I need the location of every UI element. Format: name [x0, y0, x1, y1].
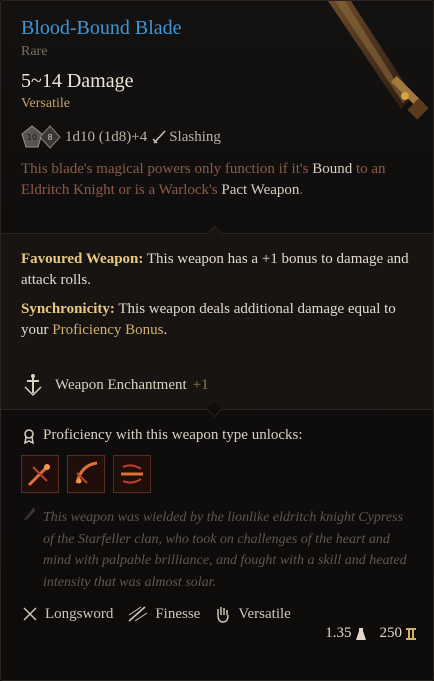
svg-text:8: 8: [47, 133, 52, 142]
proficiency-heading: Proficiency with this weapon type unlock…: [21, 427, 415, 444]
gold-coin-icon: [406, 627, 416, 640]
bound-keyword[interactable]: Bound: [312, 161, 352, 177]
favoured-weapon-title: Favoured Weapon:: [21, 251, 144, 267]
longsword-icon: [23, 607, 37, 621]
versatile-hand-icon: [217, 607, 230, 623]
item-tooltip: Blood-Bound Blade Rare 5~14 Damage Versa…: [0, 0, 434, 681]
flourish-icon[interactable]: [113, 455, 151, 493]
item-name: Blood-Bound Blade: [21, 17, 182, 39]
quill-icon: [23, 507, 35, 521]
item-weight: 1.35: [325, 625, 352, 641]
proficiency-icon: [24, 428, 34, 444]
enchantment-icon: [24, 374, 42, 397]
weapon-enchantment-row: Weapon Enchantment +1: [21, 373, 415, 397]
item-description: This weapon was wielded by the lionlike …: [43, 510, 407, 590]
weight-icon: [355, 627, 366, 640]
damage-type: Slashing: [169, 128, 221, 145]
synchronicity-title: Synchronicity:: [21, 301, 115, 317]
property-longsword[interactable]: Longsword: [21, 605, 113, 623]
property-versatile[interactable]: Versatile: [214, 605, 291, 623]
proficiency-bonus-keyword[interactable]: Proficiency Bonus: [52, 322, 163, 338]
lacerate-icon[interactable]: [67, 455, 105, 493]
pact-weapon-keyword[interactable]: Pact Weapon: [221, 182, 299, 198]
enchantment-label: Weapon Enchantment: [55, 376, 187, 393]
damage-dice-row: 10 8 1d10 (1d8)+4 Slashing: [21, 121, 415, 153]
svg-text:10: 10: [27, 133, 37, 142]
item-value: 250: [379, 625, 403, 641]
weapon-action-unlocks: [21, 455, 415, 493]
damage-range: 5~14 Damage: [21, 70, 134, 92]
item-footer: 1.35 250: [322, 625, 417, 642]
dice-icons: 10 8: [21, 125, 61, 149]
pommel-strike-icon[interactable]: [21, 455, 59, 493]
bound-lore-text: This blade's magical powers only functio…: [21, 161, 386, 198]
damage-tag: Versatile: [21, 96, 70, 111]
slashing-icon: [152, 130, 166, 144]
property-finesse[interactable]: Finesse: [127, 605, 200, 623]
enchantment-value: +1: [192, 376, 209, 393]
d8-icon: 8: [39, 125, 61, 149]
favoured-weapon-passive: Favoured Weapon: This weapon has a +1 bo…: [21, 251, 409, 288]
item-rarity: Rare: [21, 44, 48, 59]
weapon-properties: Longsword Finesse Versatile: [21, 605, 415, 623]
finesse-icon: [128, 606, 148, 622]
synchronicity-passive: Synchronicity: This weapon deals additio…: [21, 301, 396, 338]
dice-formula: 1d10 (1d8)+4: [65, 128, 148, 145]
